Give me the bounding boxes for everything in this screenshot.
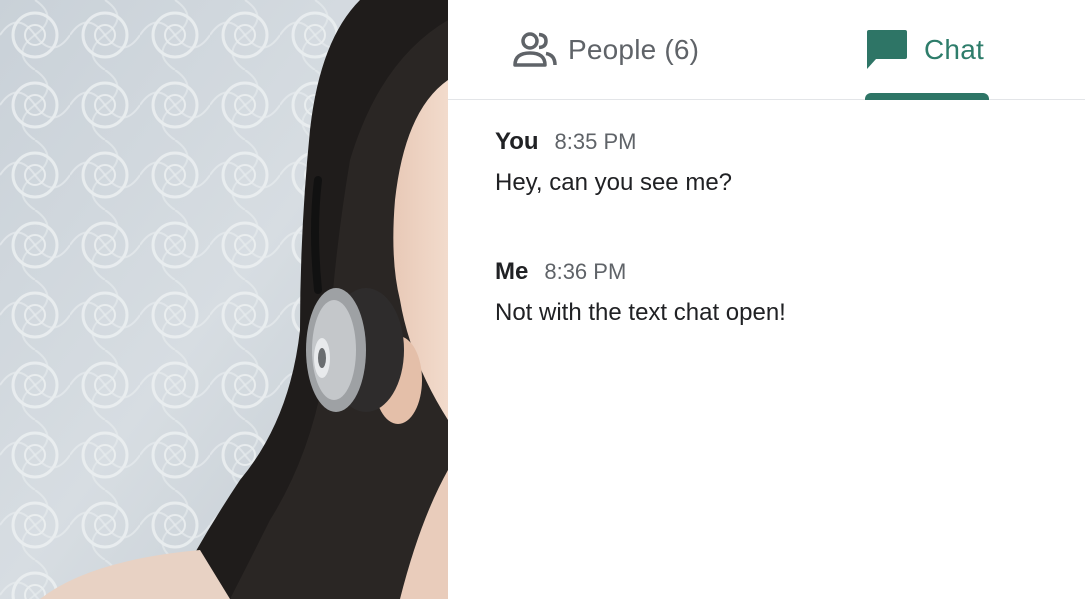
- meeting-window: People (6) Chat You 8:35 PM Hey, can you…: [0, 0, 1085, 599]
- message-header: You 8:35 PM: [495, 128, 1065, 164]
- message-header: Me 8:36 PM: [495, 258, 1065, 294]
- tab-people[interactable]: People (6): [512, 0, 699, 100]
- message-time: 8:35 PM: [554, 129, 637, 154]
- chat-icon: [864, 27, 910, 73]
- message-text: Hey, can you see me?: [495, 169, 733, 196]
- tab-people-label: People (6): [568, 34, 700, 65]
- tab-chat-label: Chat: [924, 34, 984, 65]
- message-sender: Me: [495, 258, 529, 285]
- chat-messages: You 8:35 PM Hey, can you see me? Me 8:36…: [495, 128, 1065, 388]
- panel-tabs: People (6) Chat: [448, 0, 1085, 100]
- active-tab-indicator: [865, 93, 989, 100]
- message-sender: You: [495, 128, 539, 155]
- participant-video: [0, 0, 448, 599]
- chat-message: You 8:35 PM Hey, can you see me?: [495, 128, 1065, 200]
- message-text: Not with the text chat open!: [495, 299, 786, 326]
- message-time: 8:36 PM: [544, 259, 627, 284]
- tab-chat[interactable]: Chat: [864, 0, 984, 100]
- people-icon: [512, 27, 558, 73]
- side-panel: People (6) Chat You 8:35 PM Hey, can you…: [448, 0, 1085, 599]
- chat-message: Me 8:36 PM Not with the text chat open!: [495, 258, 1065, 330]
- video-frame: [0, 0, 448, 599]
